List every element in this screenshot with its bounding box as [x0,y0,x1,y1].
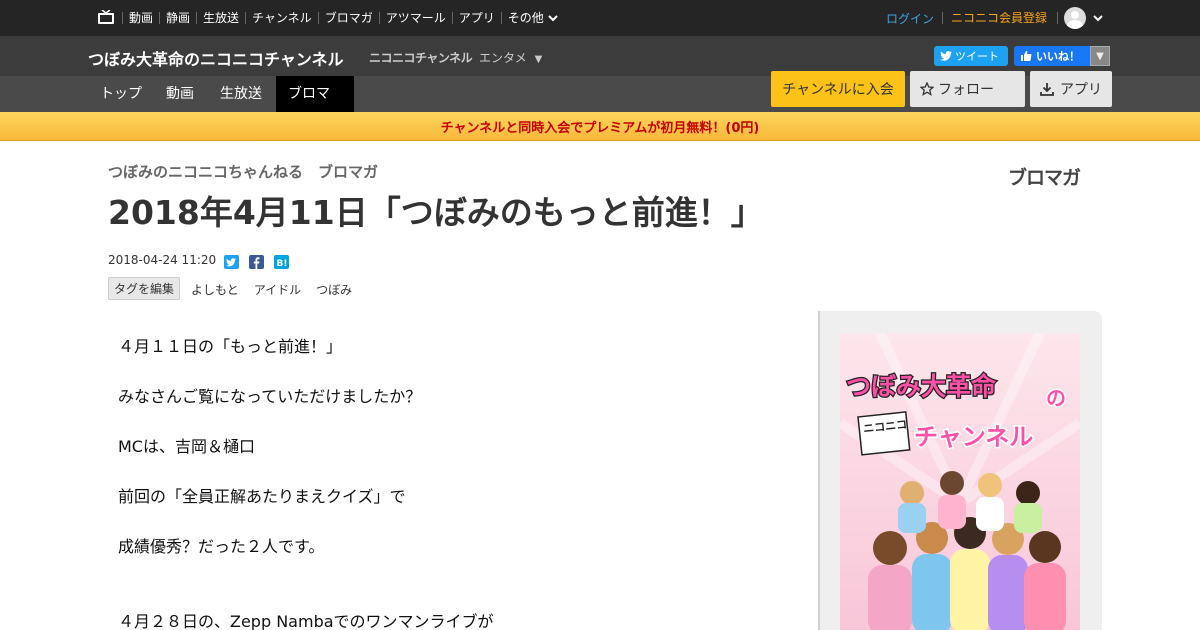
category-label: エンタメ [479,51,527,65]
channel-thumbnail-art: つぼみ大革命 の ニコニコ チャンネル [840,333,1080,630]
facebook-like-button[interactable]: いいね！ [1014,46,1090,66]
join-channel-button[interactable]: チャンネルに入会 [771,71,905,107]
blomaga-logo: ブロマガ [1008,167,1081,189]
global-nav: 動画 静画 生放送 チャンネル ブロマガ アツマール アプリ その他 [122,0,564,36]
global-nav-blomaga[interactable]: ブロマガ [317,12,379,24]
thumbnail-title-line2: チャンネル [914,423,1033,451]
hatena-bookmark-icon[interactable]: B! [274,254,289,269]
star-outline-icon [920,82,934,96]
tab-video[interactable]: 動画 [154,76,206,112]
edit-tags-button[interactable]: タグを編集 [108,277,180,300]
share-icons: B! [224,254,289,269]
channel-title[interactable]: つぼみ大革命のニコニコチャンネル [88,46,344,70]
app-label: アプリ [1060,82,1102,98]
tag-item[interactable]: アイドル [254,281,301,298]
article-date: 2018-04-24 11:20 [108,253,217,267]
svg-text:B!: B! [277,259,288,269]
global-nav-more-label: その他 [507,11,544,25]
channel-nav: トップ 動画 生放送 ブロマガ チャンネルに入会 フォロー アプリ [0,71,1200,138]
article-paragraph: 前回の「全員正解あたりまえクイズ」で [118,487,406,506]
tag-item[interactable]: よしもと [191,281,239,298]
login-link[interactable]: ログイン [878,10,942,27]
tab-top[interactable]: トップ [88,76,154,112]
thumbnail-title-no: の [1046,386,1066,410]
download-icon [1040,83,1054,96]
facebook-share-icon[interactable] [249,254,264,269]
follow-button[interactable]: フォロー [910,71,1025,107]
promo-text: チャンネルと同時入会でプレミアムが初月無料！(0円) [440,120,760,136]
global-account-area: ログイン ニコニコ会員登録 [878,0,1200,36]
tweet-label: ツイート [955,50,999,63]
app-download-button[interactable]: アプリ [1030,71,1112,107]
caret-down-icon: ▼ [1096,50,1104,62]
niconico-tv-icon[interactable] [98,10,114,24]
channel-header: つぼみ大革命のニコニコチャンネル ニコニコチャンネル エンタメ ▼ ツイート いい… [0,36,1200,76]
chevron-down-icon[interactable] [1092,12,1104,24]
tab-live[interactable]: 生放送 [208,76,274,112]
global-nav-seiga[interactable]: 静画 [159,12,196,24]
tag-list: よしもと アイドル つぼみ [191,281,352,298]
niconico-channel-logo[interactable]: ニコニコチャンネル [369,49,473,66]
thumbnail-title-line1: つぼみ大革命 [846,372,997,401]
follow-label: フォロー [938,82,994,98]
article-paragraph: ４月２８日の、Zepp Nambaでのワンマンライブが [118,612,494,630]
global-nav-live[interactable]: 生放送 [196,12,245,24]
global-bar: 動画 静画 生放送 チャンネル ブロマガ アツマール アプリ その他 ログイン … [0,0,1200,36]
avatar[interactable] [1064,7,1086,29]
tab-blomaga[interactable]: ブロマガ [276,76,354,138]
category-dropdown[interactable]: エンタメ ▼ [479,49,542,66]
tag-item[interactable]: つぼみ [316,281,352,298]
divider [1057,12,1058,24]
page-title: 2018年4月11日「つぼみのもっと前進！」 [108,193,764,232]
global-nav-more[interactable]: その他 [500,11,564,25]
twitter-share-icon[interactable] [224,254,239,269]
channel-thumbnail[interactable]: つぼみ大革命 の ニコニコ チャンネル [840,333,1080,630]
premium-promo-banner[interactable]: チャンネルと同時入会でプレミアムが初月無料！(0円) [0,112,1200,141]
global-nav-channel[interactable]: チャンネル [245,12,318,24]
twitter-bird-icon [940,51,952,61]
article-paragraph: MCは、吉岡＆樋口 [118,437,255,456]
tweet-button[interactable]: ツイート [934,46,1008,66]
caret-down-icon: ▼ [534,54,543,65]
article-paragraph: ４月１１日の「もっと前進！」 [118,337,343,356]
article-paragraph: みなさんご覧になっていただけましたか？ [118,387,422,406]
global-nav-atsumaru[interactable]: アツマール [378,12,452,24]
article-paragraph: 成績優秀？だった２人です。 [118,537,325,556]
chevron-down-icon [548,15,558,22]
global-nav-video[interactable]: 動画 [122,12,159,24]
global-nav-app[interactable]: アプリ [451,12,501,24]
facebook-more-button[interactable]: ▼ [1090,46,1110,66]
register-link[interactable]: ニコニコ会員登録 [941,12,1055,24]
like-label: いいね！ [1036,50,1080,63]
thumbs-up-icon [1021,51,1032,61]
breadcrumb[interactable]: つぼみのニコニコちゃんねる ブロマガ [108,161,378,182]
